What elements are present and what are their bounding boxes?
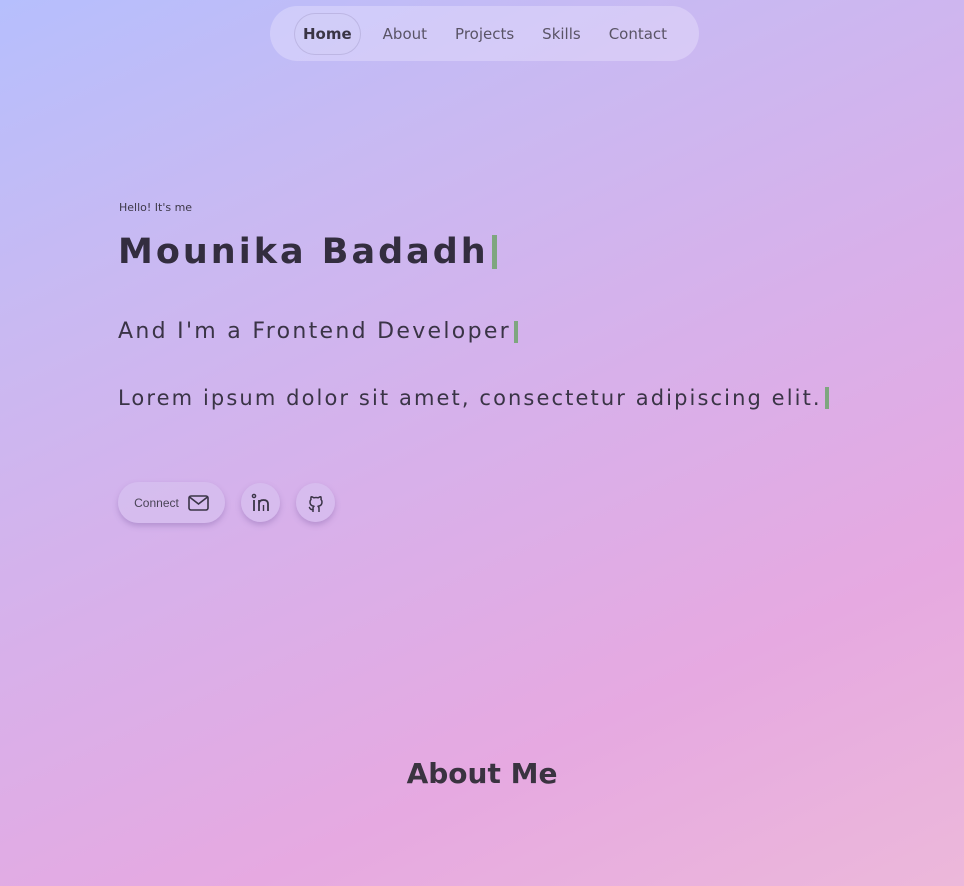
hero-name-text: Mounika Badadh (118, 232, 489, 272)
hero-tagline: Lorem ipsum dolor sit amet, consectetur … (118, 386, 829, 410)
nav-item-home[interactable]: Home (294, 12, 361, 55)
greeting-text: Hello! It's me (119, 201, 193, 214)
hero-name: Mounika Badadh (118, 232, 497, 272)
hero-tagline-text: Lorem ipsum dolor sit amet, consectetur … (118, 386, 822, 410)
typing-caret (824, 387, 829, 409)
top-nav: Home About Projects Skills Contact (270, 6, 699, 61)
typing-caret (514, 320, 519, 343)
github-button[interactable] (296, 483, 335, 522)
linkedin-button[interactable] (241, 483, 280, 522)
github-icon (306, 493, 326, 513)
social-links: Connect (118, 482, 335, 523)
hero-role-text: And I'm a Frontend Developer (118, 319, 512, 344)
nav-item-about[interactable]: About (383, 25, 427, 43)
about-section-heading: About Me (406, 757, 558, 790)
hero-role: And I'm a Frontend Developer (118, 319, 519, 344)
nav-item-projects[interactable]: Projects (455, 25, 514, 43)
connect-label: Connect (134, 495, 179, 510)
mail-icon (188, 494, 209, 511)
linkedin-icon (251, 493, 271, 513)
nav-item-skills[interactable]: Skills (542, 25, 581, 43)
nav-item-contact[interactable]: Contact (609, 25, 667, 43)
typing-caret (491, 235, 497, 269)
connect-button[interactable]: Connect (118, 482, 225, 523)
